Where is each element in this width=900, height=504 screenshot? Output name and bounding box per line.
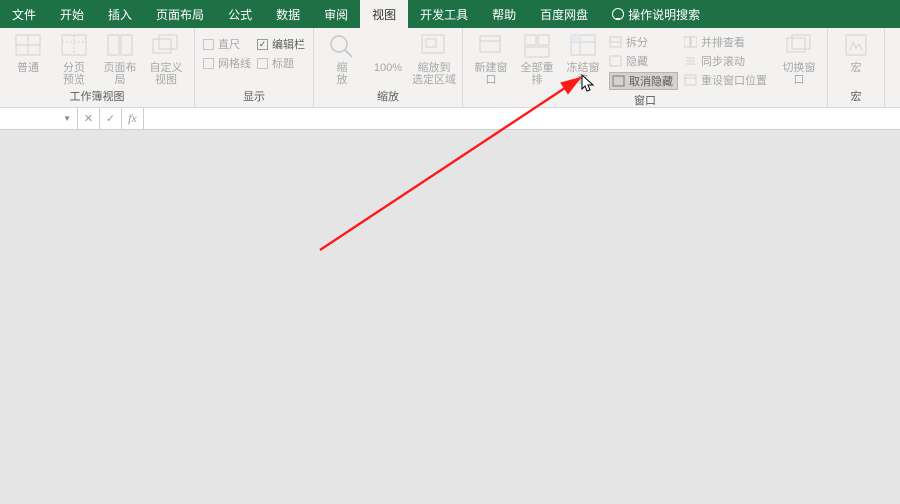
btn-side-by-side-label: 并排查看 [701, 34, 745, 50]
btn-hide[interactable]: 隐藏 [609, 53, 678, 69]
btn-macros-label: 宏 [851, 62, 862, 74]
btn-new-window-label: 新建窗口 [471, 62, 511, 86]
page-layout-icon [105, 32, 135, 60]
btn-split-label: 拆分 [626, 34, 648, 50]
group-zoom-title: 缩放 [322, 86, 454, 107]
group-workbook-views: 普通 分页 预览 页面布局 自定义视图 工作簿视图 [0, 28, 195, 107]
unhide-icon [612, 75, 625, 87]
btn-new-window[interactable]: 新建窗口 [471, 32, 511, 86]
btn-custom-views[interactable]: 自定义视图 [146, 32, 186, 86]
chevron-down-icon: ▼ [63, 114, 71, 123]
arrange-all-icon [522, 32, 552, 60]
btn-unhide[interactable]: 取消隐藏 [609, 72, 678, 90]
tab-page-layout[interactable]: 页面布局 [144, 0, 216, 28]
btn-side-by-side[interactable]: 并排查看 [684, 34, 767, 50]
btn-arrange-all-label: 全部重排 [517, 62, 557, 86]
tab-insert[interactable]: 插入 [96, 0, 144, 28]
tab-baidu[interactable]: 百度网盘 [528, 0, 600, 28]
group-show: 直尺 网格线 ✓编辑栏 标题 显示 [195, 28, 314, 107]
formula-input[interactable] [144, 108, 900, 129]
tab-home[interactable]: 开始 [48, 0, 96, 28]
chk-ruler-label: 直尺 [218, 36, 240, 52]
chk-headings[interactable]: 标题 [257, 55, 305, 71]
normal-view-label: 普通 [17, 62, 39, 74]
btn-zoom-100[interactable]: 100% [368, 32, 408, 74]
sync-scroll-icon [684, 55, 697, 67]
btn-zoom-selection[interactable]: 缩放到 选定区域 [414, 32, 454, 86]
btn-split[interactable]: 拆分 [609, 34, 678, 50]
group-workbook-views-title: 工作簿视图 [8, 86, 186, 107]
group-macros: 宏 宏 [828, 28, 885, 107]
split-icon [609, 36, 622, 48]
chk-formula-bar-label: 编辑栏 [272, 36, 305, 52]
hide-icon [609, 55, 622, 67]
btn-zoom-label: 缩 放 [337, 62, 348, 86]
tab-file[interactable]: 文件 [0, 0, 48, 28]
cursor-icon [581, 74, 595, 92]
name-box[interactable]: ▼ [0, 108, 78, 129]
tab-view[interactable]: 视图 [360, 0, 408, 28]
tab-review[interactable]: 审阅 [312, 0, 360, 28]
new-window-icon [476, 32, 506, 60]
macros-icon [841, 32, 871, 60]
tab-help[interactable]: 帮助 [480, 0, 528, 28]
chk-gridlines[interactable]: 网格线 [203, 55, 251, 71]
btn-zoom-100-label: 100% [374, 62, 402, 74]
chk-gridlines-label: 网格线 [218, 55, 251, 71]
chk-ruler[interactable]: 直尺 [203, 36, 251, 52]
fx-button[interactable]: fx [122, 108, 144, 129]
zoom-icon [327, 32, 357, 60]
btn-reset-window-label: 重设窗口位置 [701, 72, 767, 88]
normal-view-icon [13, 32, 43, 60]
custom-views-icon [151, 32, 181, 60]
switch-window-icon [784, 32, 814, 60]
page-break-label: 分页 预览 [63, 62, 85, 86]
page-layout-label: 页面布局 [100, 62, 140, 86]
group-zoom: 缩 放 100% 缩放到 选定区域 缩放 [314, 28, 463, 107]
btn-arrange-all[interactable]: 全部重排 [517, 32, 557, 86]
reset-window-icon [684, 74, 697, 86]
chk-formula-bar[interactable]: ✓编辑栏 [257, 36, 305, 52]
tell-me-label: 操作说明搜索 [628, 6, 700, 23]
btn-zoom-selection-label: 缩放到 选定区域 [412, 62, 456, 86]
btn-switch-window[interactable]: 切换窗口 [779, 32, 819, 86]
zoom-selection-icon [419, 32, 449, 60]
side-by-side-icon [684, 36, 697, 48]
btn-page-break-preview[interactable]: 分页 预览 [54, 32, 94, 86]
btn-macros[interactable]: 宏 [836, 32, 876, 74]
ribbon-view: 普通 分页 预览 页面布局 自定义视图 工作簿视图 直尺 网格线 [0, 28, 900, 108]
menu-bar: 文件 开始 插入 页面布局 公式 数据 审阅 视图 开发工具 帮助 百度网盘 操… [0, 0, 900, 28]
formula-bar: ▼ ✕ ✓ fx [0, 108, 900, 130]
custom-views-label: 自定义视图 [146, 62, 186, 86]
btn-switch-window-label: 切换窗口 [779, 62, 819, 86]
fx-cancel[interactable]: ✕ [78, 108, 100, 129]
lightbulb-icon [612, 8, 624, 20]
btn-page-layout-view[interactable]: 页面布局 [100, 32, 140, 86]
page-break-icon [59, 32, 89, 60]
tab-formula[interactable]: 公式 [216, 0, 264, 28]
tab-developer[interactable]: 开发工具 [408, 0, 480, 28]
btn-unhide-label: 取消隐藏 [629, 73, 673, 89]
group-show-title: 显示 [203, 86, 305, 107]
group-macros-title: 宏 [836, 86, 876, 107]
btn-zoom[interactable]: 缩 放 [322, 32, 362, 86]
freeze-panes-icon [568, 32, 598, 60]
worksheet-area[interactable] [0, 130, 900, 504]
btn-normal-view[interactable]: 普通 [8, 32, 48, 74]
chk-headings-label: 标题 [272, 55, 294, 71]
btn-reset-window[interactable]: 重设窗口位置 [684, 72, 767, 88]
btn-sync-scroll[interactable]: 同步滚动 [684, 53, 767, 69]
fx-enter[interactable]: ✓ [100, 108, 122, 129]
tab-data[interactable]: 数据 [264, 0, 312, 28]
btn-sync-scroll-label: 同步滚动 [701, 53, 745, 69]
tell-me-search[interactable]: 操作说明搜索 [600, 0, 712, 28]
btn-hide-label: 隐藏 [626, 53, 648, 69]
group-window: 新建窗口 全部重排 冻结窗格 拆分 隐藏 [463, 28, 828, 107]
